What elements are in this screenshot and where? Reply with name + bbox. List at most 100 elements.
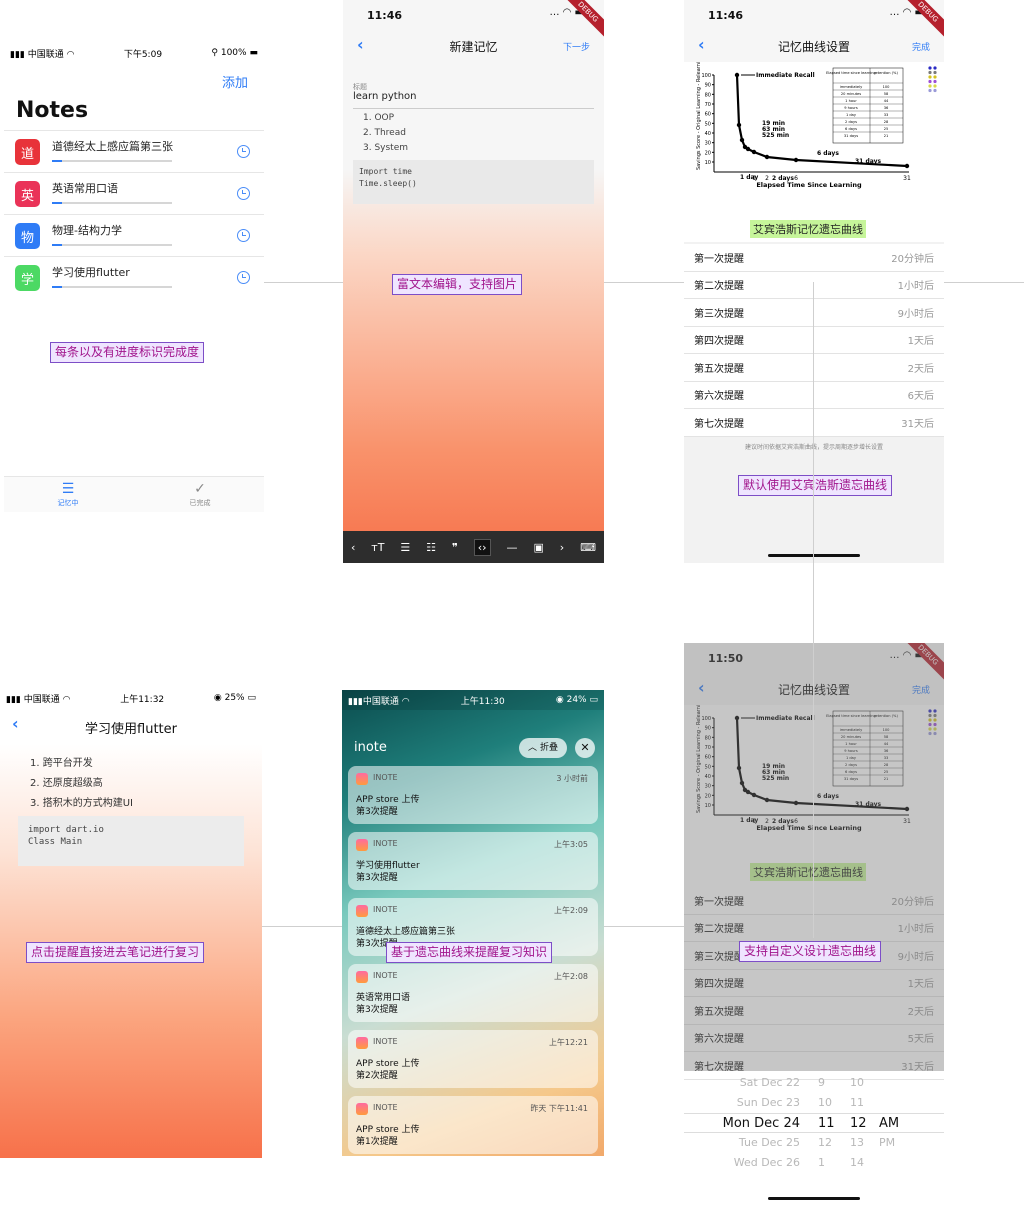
reminder-row[interactable]: 第二次提醒 1小时后 xyxy=(684,271,944,299)
clock-icon[interactable] xyxy=(237,145,250,158)
clock-icon[interactable] xyxy=(237,271,250,284)
table-cell: 33 xyxy=(884,113,889,117)
clock-icon[interactable] xyxy=(237,187,250,200)
next-button[interactable]: 下一步 xyxy=(563,40,590,53)
annotation-curve-reminder: 基于遗忘曲线来提醒复习知识 xyxy=(386,942,553,963)
done-button[interactable]: 完成 xyxy=(912,40,930,53)
chevron-left-icon[interactable]: ‹ xyxy=(351,541,355,554)
y-tick-label: 80 xyxy=(705,92,711,98)
image-icon[interactable]: ▣ xyxy=(533,541,543,554)
data-point xyxy=(736,122,742,128)
battery-label: 25% xyxy=(224,693,245,703)
ordered-list: 1. 跨平台开发 2. 还原度超级高 3. 搭积木的方式构建UI xyxy=(30,754,133,814)
list-item[interactable]: 学学习使用flutter xyxy=(4,256,264,298)
title-field[interactable]: learn python xyxy=(353,91,417,102)
code-line: Import time xyxy=(359,167,412,176)
reminder-row[interactable]: 第三次提醒 9小时后 xyxy=(684,299,944,327)
notification-card[interactable]: INOTE 3 小时前 APP store 上传 第3次提醒 xyxy=(348,766,598,824)
y-tick-label: 40 xyxy=(705,131,711,137)
bullet-list-icon[interactable]: ☰ xyxy=(400,541,410,554)
picker-minute: 11 xyxy=(850,1096,864,1109)
reminder-row[interactable]: 第四次提醒 1天后 xyxy=(684,326,944,354)
location-icon: ⚲ xyxy=(211,48,218,58)
chevron-right-icon[interactable]: › xyxy=(560,541,564,554)
notification-app: INOTE xyxy=(373,773,398,782)
collapse-button[interactable]: ︿ 折叠 xyxy=(519,738,567,758)
add-button[interactable]: 添加 xyxy=(222,72,248,91)
modal-overlay[interactable] xyxy=(684,643,944,1071)
reminder-value: 2天后 xyxy=(907,363,934,375)
picker-row[interactable]: Mon Dec 24 11 12 AM xyxy=(684,1113,944,1133)
date-time-picker[interactable]: Sat Dec 22 9 10 Sun Dec 23 10 11 Mon Dec 24 11 1… xyxy=(684,1076,944,1173)
picker-row[interactable]: Tue Dec 25 12 13 PM xyxy=(684,1133,944,1153)
notification-app: INOTE xyxy=(373,971,398,980)
close-button[interactable]: ✕ xyxy=(575,738,595,758)
reminder-row[interactable]: 第六次提醒 6天后 xyxy=(684,381,944,409)
tab-memorizing[interactable]: ☰ 记忆中 xyxy=(28,480,108,508)
status-time: 上午11:32 xyxy=(120,694,165,705)
annotation-rich-text: 富文本编辑，支持图片 xyxy=(392,274,523,295)
picker-row[interactable]: Wed Dec 26 1 14 xyxy=(684,1153,944,1173)
code-icon[interactable]: ‹› xyxy=(473,538,491,556)
status-bar: ▮▮▮ 中国联通 ◠ 下午5:09 ⚲ 100% ▬ xyxy=(4,44,264,62)
flow-diagram: ▮▮▮ 中国联通 ◠ 下午5:09 ⚲ 100% ▬ 添加 Notes 道道德经… xyxy=(0,0,1033,1207)
keyboard-icon[interactable]: ⌨ xyxy=(580,541,596,554)
list-item[interactable]: 道道德经太上感应篇第三张 xyxy=(4,130,264,172)
status-time: 上午11:30 xyxy=(460,696,505,707)
data-point xyxy=(751,149,757,155)
tab-completed[interactable]: ✓ 已完成 xyxy=(160,480,240,508)
reminder-row[interactable]: 第一次提醒 20分钟后 xyxy=(684,244,944,272)
y-tick-label: 100 xyxy=(701,73,711,79)
notification-time: 昨天 下午11:41 xyxy=(530,1104,588,1113)
notification-card[interactable]: INOTE 上午2:08 英语常用口语 第3次提醒 xyxy=(348,964,598,1022)
notification-app: INOTE xyxy=(373,1037,398,1046)
list-item[interactable]: 物物理-结构力学 xyxy=(4,214,264,256)
ebbinghaus-chart: 100 90 80 70 60 50 40 30 20 10 1 2 6 31 Elapsed Time S… xyxy=(684,62,944,242)
divider-icon[interactable]: — xyxy=(507,541,518,554)
notification-card[interactable]: INOTE 上午3:05 学习使用flutter 第3次提醒 xyxy=(348,832,598,890)
picker-date: Sat Dec 22 xyxy=(739,1076,800,1089)
reminder-label: 第七次提醒 xyxy=(694,418,744,430)
progress-fill xyxy=(52,286,62,288)
note-badge: 学 xyxy=(15,265,40,291)
picker-date: Wed Dec 26 xyxy=(733,1156,800,1169)
annotation-ebbinghaus-default: 默认使用艾宾浩斯遗忘曲线 xyxy=(738,475,893,496)
text-size-icon[interactable]: ᴛT xyxy=(371,541,384,554)
notification-card[interactable]: INOTE 上午12:21 APP store 上传 第2次提醒 xyxy=(348,1030,598,1088)
notification-app: INOTE xyxy=(373,905,398,914)
point-label: 6 days xyxy=(817,150,839,157)
wifi-icon: ◠ xyxy=(66,49,75,60)
notification-card[interactable]: INOTE 昨天 下午11:41 APP store 上传 第1次提醒 xyxy=(348,1096,598,1154)
notification-time: 上午2:08 xyxy=(554,972,588,981)
point-label: 2 days xyxy=(772,175,794,182)
connector xyxy=(604,282,684,283)
picker-hour: 9 xyxy=(818,1076,825,1089)
numbered-list-icon[interactable]: ☷ xyxy=(426,541,436,554)
code-line: Class Main xyxy=(28,837,83,847)
reminder-row[interactable]: 第七次提醒 31天后 xyxy=(684,409,944,437)
picker-minute: 12 xyxy=(850,1116,867,1131)
note-title: 英语常用口语 xyxy=(52,182,118,195)
code-block[interactable]: Import time Time.sleep() xyxy=(353,160,594,204)
progress-fill xyxy=(52,160,62,162)
x-tick-label: 31 xyxy=(903,175,911,182)
alarm-icon: ◉ xyxy=(213,693,222,703)
picker-date: Tue Dec 25 xyxy=(738,1136,800,1149)
connector xyxy=(944,282,1024,283)
picker-row[interactable]: Sun Dec 23 10 11 xyxy=(684,1093,944,1113)
list-item: 3. System xyxy=(363,143,409,153)
note-badge: 物 xyxy=(15,223,40,249)
reminder-row[interactable]: 第五次提醒 2天后 xyxy=(684,354,944,382)
picker-ampm: PM xyxy=(879,1136,896,1149)
clock-icon[interactable] xyxy=(237,229,250,242)
picker-row[interactable]: Sat Dec 22 9 10 xyxy=(684,1073,944,1093)
curve-custom-screen: 11:50 … ◠ ▬ DEBUG ‹ 记忆曲线设置 完成 1009080706… xyxy=(684,643,944,1207)
table-cell: 1 hour xyxy=(845,99,857,103)
reminder-list: 第一次提醒 20分钟后 第二次提醒 1小时后 第三次提醒 9小时后 第四次提醒 1天后 第五次提… xyxy=(684,244,944,437)
list-item[interactable]: 英英语常用口语 xyxy=(4,172,264,214)
code-line: import dart.io xyxy=(28,825,104,835)
chevron-up-icon: ︿ xyxy=(528,743,538,753)
y-tick-label: 70 xyxy=(705,102,711,108)
quote-icon[interactable]: ❞ xyxy=(452,541,458,554)
ordered-list[interactable]: 1. OOP 2. Thread 3. System xyxy=(363,111,408,156)
